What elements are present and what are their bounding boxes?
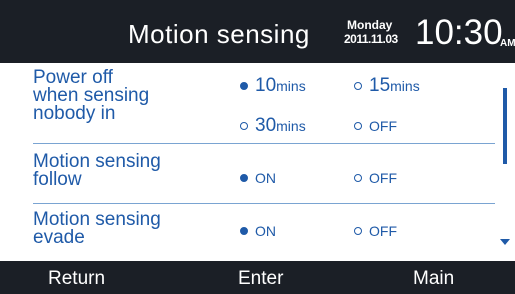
option-power-off-off[interactable]: OFF xyxy=(354,118,397,134)
option-value: 15 xyxy=(369,75,391,96)
option-value: ON xyxy=(255,223,276,239)
return-button[interactable]: Return xyxy=(48,268,105,290)
option-unit: mins xyxy=(276,118,306,134)
row-divider xyxy=(33,143,495,144)
clock-ampm: AM xyxy=(500,38,515,49)
setting-label-follow: Motion sensing follow xyxy=(33,152,161,190)
setting-label-line: evade xyxy=(33,227,85,248)
radio-unselected-icon xyxy=(354,82,362,90)
header-bar: Motion sensing Monday 2011.11.03 10:30 A… xyxy=(0,0,515,63)
row-divider xyxy=(33,203,495,204)
radio-unselected-icon xyxy=(240,122,248,130)
option-value: 10 xyxy=(255,75,277,96)
main-button[interactable]: Main xyxy=(413,268,454,290)
option-value: 30 xyxy=(255,115,277,136)
option-value: OFF xyxy=(369,118,397,134)
option-unit: mins xyxy=(390,78,420,94)
option-evade-on[interactable]: ON xyxy=(240,223,276,239)
radio-unselected-icon xyxy=(354,122,362,130)
option-unit: mins xyxy=(276,78,306,94)
radio-selected-icon xyxy=(240,82,248,90)
option-power-off-15[interactable]: 15 mins xyxy=(354,75,420,97)
page-title: Motion sensing xyxy=(128,19,310,49)
option-value: ON xyxy=(255,170,276,186)
option-value: OFF xyxy=(369,170,397,186)
option-power-off-30[interactable]: 30 mins xyxy=(240,115,306,137)
enter-button[interactable]: Enter xyxy=(238,268,283,290)
scroll-down-arrow-icon[interactable] xyxy=(500,239,510,245)
footer-bar: Return Enter Main xyxy=(0,261,515,294)
date-label: 2011.11.03 xyxy=(344,32,398,46)
setting-label-line: nobody in xyxy=(33,103,116,124)
scrollbar-thumb[interactable] xyxy=(503,88,507,164)
radio-unselected-icon xyxy=(354,174,362,182)
setting-label-evade: Motion sensing evade xyxy=(33,210,161,248)
radio-unselected-icon xyxy=(354,227,362,235)
setting-label-line: follow xyxy=(33,169,82,190)
option-evade-off[interactable]: OFF xyxy=(354,223,397,239)
option-value: OFF xyxy=(369,223,397,239)
clock-time: 10:30 xyxy=(415,13,503,52)
option-follow-on[interactable]: ON xyxy=(240,170,276,186)
radio-selected-icon xyxy=(240,174,248,182)
radio-selected-icon xyxy=(240,227,248,235)
weekday-label: Monday xyxy=(347,18,393,32)
option-power-off-10[interactable]: 10 mins xyxy=(240,75,306,97)
setting-label-power-off: Power off when sensing nobody in xyxy=(33,68,149,124)
settings-list: Power off when sensing nobody in 10 mins… xyxy=(0,63,515,261)
option-follow-off[interactable]: OFF xyxy=(354,170,397,186)
